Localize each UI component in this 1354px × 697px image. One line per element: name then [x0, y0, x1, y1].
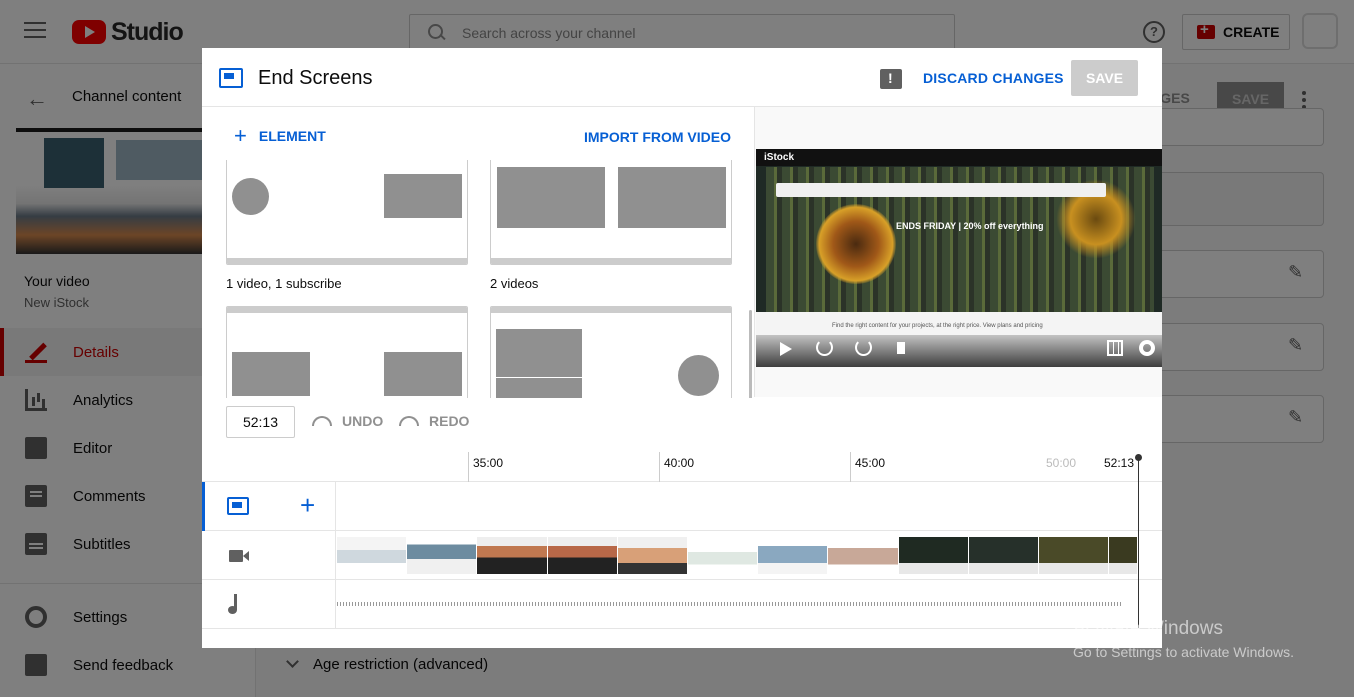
end-screen-icon	[219, 68, 243, 88]
ruler-tick: 45:00	[849, 452, 886, 482]
audio-waveform	[337, 602, 1122, 606]
track-header	[202, 531, 336, 580]
video-player[interactable]: iStock ENDS FRIDAY | 20% off everything …	[756, 149, 1162, 367]
add-element-button[interactable]: + ELEMENT	[234, 123, 326, 148]
template-scrollbar[interactable]	[749, 310, 752, 398]
template-card[interactable]	[490, 306, 732, 398]
watermark-title: Activate Windows	[1073, 618, 1223, 639]
timeline-ruler[interactable]: 35:00 40:00 45:00 50:00 52:13	[202, 448, 1162, 482]
end-screen-track[interactable]: +	[202, 482, 1162, 531]
add-element-plus-icon[interactable]: +	[300, 492, 315, 518]
video-preview-panel: iStock ENDS FRIDAY | 20% off everything …	[754, 107, 1162, 397]
rewind-10-icon[interactable]	[816, 339, 833, 356]
volume-icon[interactable]	[897, 342, 905, 354]
grid-icon[interactable]	[1107, 340, 1123, 356]
video-camera-icon	[229, 550, 249, 562]
settings-gear-icon[interactable]	[1139, 340, 1155, 356]
add-element-label: ELEMENT	[258, 128, 326, 144]
activate-windows-watermark: Activate Windows Go to Settings to activ…	[1073, 618, 1294, 660]
track-header	[202, 580, 336, 629]
ruler-tick: 35:00	[467, 452, 504, 482]
video-track[interactable]	[202, 531, 1162, 580]
template-label: 2 videos	[490, 276, 539, 291]
template-list: 1 video, 1 subscribe 2 videos	[202, 160, 754, 398]
dialog-title: End Screens	[258, 67, 373, 89]
timeline-controls: 52:13 UNDO REDO	[202, 398, 1162, 448]
timeline-tracks: +	[202, 482, 1162, 629]
ruler-tick: 52:13	[1104, 456, 1135, 470]
forward-10-icon[interactable]	[855, 339, 872, 356]
istock-logo: iStock	[764, 152, 795, 163]
dialog-header: End Screens DISCARD CHANGES SAVE	[202, 48, 1162, 107]
audio-track[interactable]	[202, 580, 1162, 629]
template-card-two-videos[interactable]	[490, 160, 732, 265]
play-icon[interactable]	[780, 342, 792, 356]
music-note-icon	[228, 594, 237, 614]
template-label: 1 video, 1 subscribe	[226, 276, 342, 291]
end-screen-icon	[227, 497, 249, 515]
plus-icon: +	[234, 123, 247, 148]
time-input[interactable]: 52:13	[226, 406, 295, 438]
discard-changes-button[interactable]: DISCARD CHANGES	[923, 70, 1064, 86]
template-card[interactable]	[226, 306, 468, 398]
feedback-icon[interactable]	[880, 69, 902, 89]
save-button[interactable]: SAVE	[1071, 60, 1138, 96]
promo-text: ENDS FRIDAY | 20% off everything	[896, 221, 1044, 231]
redo-label: REDO	[429, 413, 470, 429]
track-header: +	[202, 482, 336, 531]
video-filmstrip[interactable]	[337, 537, 1138, 574]
template-card-video-subscribe[interactable]	[226, 160, 468, 265]
watermark-subtitle: Go to Settings to activate Windows.	[1073, 644, 1294, 660]
end-screens-dialog: End Screens DISCARD CHANGES SAVE + ELEME…	[202, 48, 1162, 648]
ruler-tick: 40:00	[658, 452, 695, 482]
import-from-video-button[interactable]: IMPORT FROM VIDEO	[584, 129, 731, 145]
undo-button[interactable]: UNDO	[312, 413, 383, 429]
ruler-tick: 50:00	[1046, 456, 1077, 470]
video-footer-text: Find the right content for your projects…	[832, 323, 1043, 329]
playhead[interactable]	[1138, 456, 1139, 628]
redo-button[interactable]: REDO	[399, 413, 469, 429]
undo-icon	[312, 416, 332, 426]
undo-label: UNDO	[342, 413, 384, 429]
redo-icon	[399, 416, 419, 426]
